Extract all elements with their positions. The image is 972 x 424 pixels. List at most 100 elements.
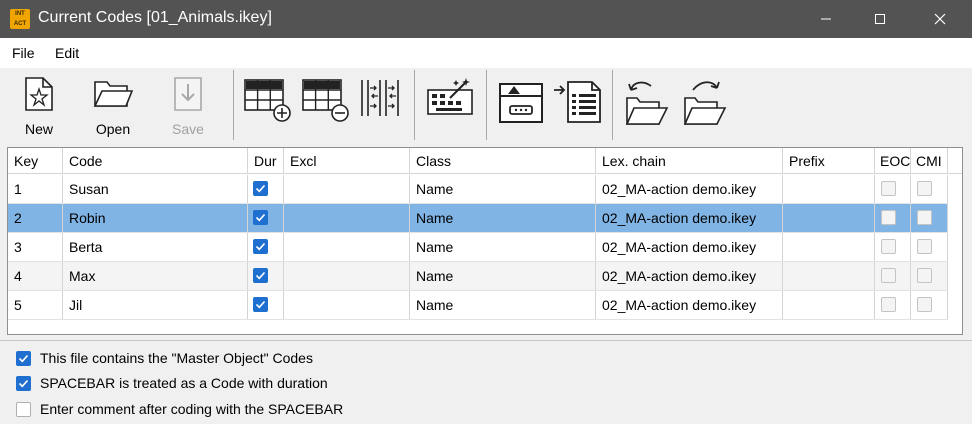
- cell-class[interactable]: Name: [410, 233, 596, 261]
- cell-excl[interactable]: [284, 262, 410, 290]
- remove-code-button[interactable]: [300, 72, 352, 138]
- eoc-checkbox[interactable]: [881, 268, 896, 283]
- cell-lex-chain[interactable]: 02_MA-action demo.ikey: [596, 291, 783, 319]
- cell-lex-chain[interactable]: 02_MA-action demo.ikey: [596, 204, 783, 232]
- title-bar: INT ACT Current Codes [01_Animals.ikey]: [0, 0, 972, 38]
- table-row[interactable]: 2 Robin Name 02_MA-action demo.ikey: [8, 204, 948, 233]
- cell-prefix[interactable]: [783, 262, 875, 290]
- export-list-button[interactable]: [552, 72, 606, 138]
- cell-key[interactable]: 5: [8, 291, 63, 319]
- column-header-prefix[interactable]: Prefix: [783, 148, 875, 174]
- cell-dur: [248, 175, 284, 203]
- cmi-checkbox[interactable]: [917, 181, 932, 196]
- cell-key[interactable]: 4: [8, 262, 63, 290]
- keyboard-wand-icon: [427, 78, 473, 115]
- minimize-icon: [821, 18, 831, 20]
- cell-lex-chain[interactable]: 02_MA-action demo.ikey: [596, 233, 783, 261]
- cmi-checkbox[interactable]: [917, 297, 932, 312]
- column-header-dur[interactable]: Dur: [248, 148, 284, 174]
- comment-spacebar-label: Enter comment after coding with the SPAC…: [40, 401, 344, 417]
- option-comment-spacebar[interactable]: Enter comment after coding with the SPAC…: [16, 400, 416, 420]
- cell-excl[interactable]: [284, 204, 410, 232]
- add-code-button[interactable]: [242, 72, 294, 138]
- cell-lex-chain[interactable]: 02_MA-action demo.ikey: [596, 262, 783, 290]
- option-spacebar-duration[interactable]: SPACEBAR is treated as a Code with durat…: [16, 374, 416, 394]
- table-row[interactable]: 4 Max Name 02_MA-action demo.ikey: [8, 262, 948, 291]
- cell-code[interactable]: Berta: [63, 233, 248, 261]
- open-next-button[interactable]: [678, 72, 730, 138]
- cell-prefix[interactable]: [783, 233, 875, 261]
- cell-cmi: [911, 175, 948, 203]
- cell-excl[interactable]: [284, 233, 410, 261]
- cell-prefix[interactable]: [783, 291, 875, 319]
- cell-code[interactable]: Susan: [63, 175, 248, 203]
- spacebar-duration-checkbox[interactable]: [16, 376, 31, 391]
- open-previous-button[interactable]: [620, 72, 672, 138]
- table-row[interactable]: 5 Jil Name 02_MA-action demo.ikey: [8, 291, 948, 320]
- cmi-checkbox[interactable]: [917, 268, 932, 283]
- option-master-object[interactable]: This file contains the "Master Object" C…: [16, 349, 416, 369]
- eoc-checkbox[interactable]: [881, 297, 896, 312]
- close-button[interactable]: [917, 0, 963, 38]
- dur-checkbox[interactable]: [253, 268, 268, 283]
- column-header-lex-chain[interactable]: Lex. chain: [596, 148, 783, 174]
- wizard-button[interactable]: [422, 72, 478, 138]
- table-header: Key Code Dur Excl Class Lex. chain Prefi…: [8, 148, 962, 174]
- save-icon: [174, 77, 202, 111]
- folder-forward-icon: [683, 81, 727, 125]
- dur-checkbox[interactable]: [253, 239, 268, 254]
- cell-dur: [248, 291, 284, 319]
- comment-spacebar-checkbox[interactable]: [16, 402, 31, 417]
- cell-class[interactable]: Name: [410, 204, 596, 232]
- column-header-excl[interactable]: Excl: [284, 148, 410, 174]
- cell-prefix[interactable]: [783, 175, 875, 203]
- master-object-checkbox[interactable]: [16, 351, 31, 366]
- cell-excl[interactable]: [284, 175, 410, 203]
- cell-prefix[interactable]: [783, 204, 875, 232]
- minimize-button[interactable]: [803, 0, 849, 38]
- cell-eoc: [875, 175, 911, 203]
- column-header-cmi[interactable]: CMI: [911, 148, 948, 174]
- cell-lex-chain[interactable]: 02_MA-action demo.ikey: [596, 175, 783, 203]
- cell-class[interactable]: Name: [410, 262, 596, 290]
- app-logo-icon: INT ACT: [10, 9, 30, 29]
- cmi-checkbox[interactable]: [917, 239, 932, 254]
- list-export-icon: [554, 81, 601, 123]
- cell-code[interactable]: Jil: [63, 291, 248, 319]
- new-button[interactable]: New: [10, 72, 68, 138]
- toolbar-separator: [414, 70, 415, 140]
- open-button[interactable]: Open: [85, 72, 141, 138]
- cmi-checkbox[interactable]: [917, 210, 932, 225]
- menu-edit[interactable]: Edit: [55, 45, 79, 61]
- cell-code[interactable]: Robin: [63, 204, 248, 232]
- cell-class[interactable]: Name: [410, 175, 596, 203]
- table-row[interactable]: 1 Susan Name 02_MA-action demo.ikey: [8, 175, 948, 204]
- table-remove-icon: [302, 79, 349, 122]
- dur-checkbox[interactable]: [253, 297, 268, 312]
- column-header-class[interactable]: Class: [410, 148, 596, 174]
- cell-eoc: [875, 291, 911, 319]
- table-row[interactable]: 3 Berta Name 02_MA-action demo.ikey: [8, 233, 948, 262]
- cell-key[interactable]: 3: [8, 233, 63, 261]
- columns-resize-icon: [361, 80, 399, 116]
- cell-cmi: [911, 204, 948, 232]
- dur-checkbox[interactable]: [253, 181, 268, 196]
- dur-checkbox[interactable]: [253, 210, 268, 225]
- save-button[interactable]: Save: [160, 72, 216, 138]
- column-header-eoc[interactable]: EOC: [875, 148, 911, 174]
- column-width-button[interactable]: [356, 72, 404, 138]
- column-header-key[interactable]: Key: [8, 148, 63, 174]
- eoc-checkbox[interactable]: [881, 181, 896, 196]
- cell-class[interactable]: Name: [410, 291, 596, 319]
- toolbar-separator: [233, 70, 234, 140]
- eoc-checkbox[interactable]: [881, 239, 896, 254]
- column-header-code[interactable]: Code: [63, 148, 248, 174]
- import-button[interactable]: [494, 72, 550, 138]
- cell-key[interactable]: 2: [8, 204, 63, 232]
- cell-code[interactable]: Max: [63, 262, 248, 290]
- maximize-button[interactable]: [857, 0, 903, 38]
- menu-file[interactable]: File: [12, 45, 35, 61]
- cell-key[interactable]: 1: [8, 175, 63, 203]
- eoc-checkbox[interactable]: [881, 210, 896, 225]
- cell-excl[interactable]: [284, 291, 410, 319]
